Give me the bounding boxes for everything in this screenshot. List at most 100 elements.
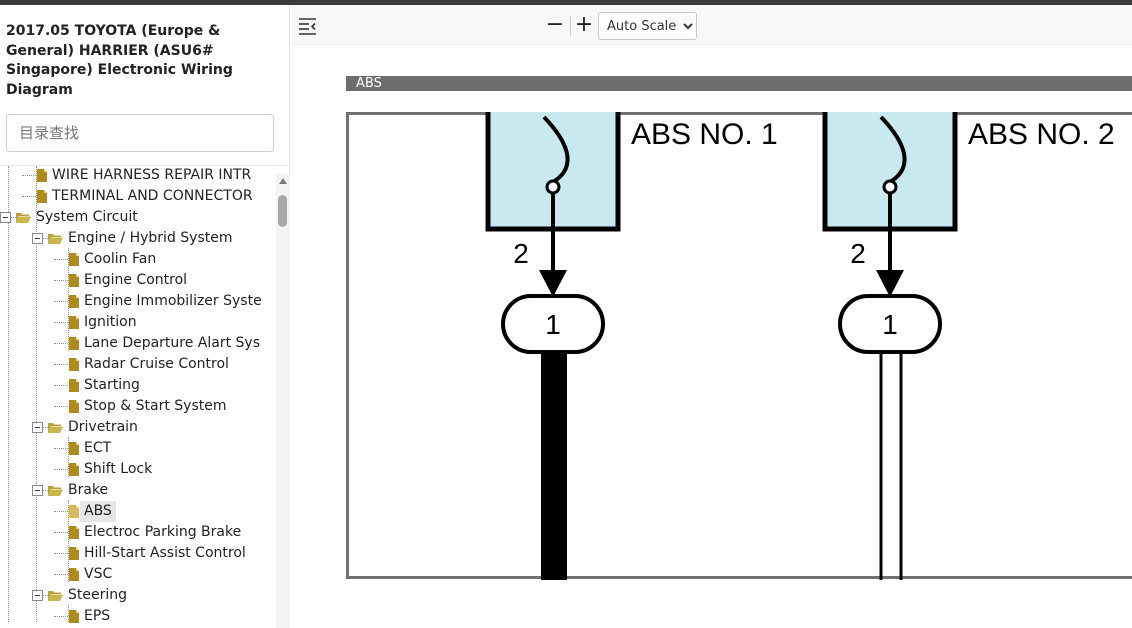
scale-select[interactable]: Auto Scale (598, 12, 697, 40)
tree-connector (54, 574, 68, 575)
tree-item[interactable]: Engine Control (0, 270, 280, 291)
folder-open-icon (48, 422, 63, 433)
menu-collapse-icon (297, 16, 319, 36)
document-icon (69, 526, 79, 539)
tree-item[interactable]: Starting (0, 375, 280, 396)
tree-connector (43, 595, 48, 596)
tree-item[interactable]: Electroc Parking Brake (0, 522, 280, 543)
tree-item[interactable]: WIRE HARNESS REPAIR INTR (0, 165, 280, 186)
folder-open-icon (48, 485, 63, 496)
scroll-thumb[interactable] (278, 195, 287, 227)
tree-item[interactable]: Hill-Start Assist Control (0, 543, 280, 564)
tree-connector (22, 175, 36, 176)
tree-item[interactable]: Brake (0, 480, 280, 501)
tree-item-label: ABS (80, 501, 116, 522)
collapse-toggle-icon[interactable] (32, 422, 43, 433)
tree-connector (54, 553, 68, 554)
document-icon (37, 190, 47, 203)
tree-connector (54, 469, 68, 470)
tree-connector (54, 532, 68, 533)
tree-item-label: TERMINAL AND CONNECTOR (52, 186, 253, 207)
tree-connector (54, 448, 68, 449)
tree-item-label: Steering (68, 585, 127, 606)
wiring-diagram: ABS NO. 1 2 1 ABS NO. 2 2 1 (346, 112, 1132, 580)
collapse-toggle-icon[interactable] (32, 590, 43, 601)
section-title-bar: ABS (346, 76, 1132, 91)
document-icon (69, 505, 79, 518)
document-icon (69, 295, 79, 308)
tree-item-label: Lane Departure Alart Sys (84, 333, 260, 354)
tree-item[interactable]: Drivetrain (0, 417, 280, 438)
pin-number: 2 (513, 238, 529, 269)
tree-item[interactable]: Shift Lock (0, 459, 280, 480)
document-icon (69, 442, 79, 455)
tree-item[interactable]: ECT (0, 438, 280, 459)
sidebar-toggle-button[interactable] (297, 16, 319, 36)
connector-number: 1 (545, 309, 561, 340)
document-icon (69, 463, 79, 476)
tree-item[interactable]: Engine Immobilizer Syste (0, 291, 280, 312)
tree-item[interactable]: Lane Departure Alart Sys (0, 333, 280, 354)
scroll-up-arrow-icon[interactable] (279, 178, 287, 184)
tree-item[interactable]: Coolin Fan (0, 249, 280, 270)
collapse-toggle-icon[interactable] (0, 212, 11, 223)
tree-item-label: Engine / Hybrid System (68, 228, 233, 249)
collapse-toggle-icon[interactable] (32, 233, 43, 244)
sidebar: 2017.05 TOYOTA (Europe & General) HARRIE… (0, 5, 290, 623)
tree-item[interactable]: Radar Cruise Control (0, 354, 280, 375)
tree-item-label: Engine Control (84, 270, 187, 291)
document-icon (69, 316, 79, 329)
document-title: 2017.05 TOYOTA (Europe & General) HARRIE… (6, 22, 276, 100)
diagram-frame (348, 114, 1132, 578)
tree-item[interactable]: EPS (0, 606, 280, 623)
document-icon (69, 610, 79, 623)
tree-item-label: Hill-Start Assist Control (84, 543, 246, 564)
tree-connector (43, 238, 48, 239)
tree-item-label: Drivetrain (68, 417, 138, 438)
tree-item-label: Shift Lock (84, 459, 152, 480)
document-icon (69, 547, 79, 560)
tree-item[interactable]: VSC (0, 564, 280, 585)
toolbar-divider (570, 16, 571, 36)
tree-item-label: Coolin Fan (84, 249, 156, 270)
tree-item[interactable]: Ignition (0, 312, 280, 333)
document-icon (69, 358, 79, 371)
document-icon (69, 337, 79, 350)
tree-item[interactable]: Steering (0, 585, 280, 606)
wire-solid (541, 352, 567, 580)
tree-item-label: ECT (84, 438, 111, 459)
pin-number: 2 (850, 238, 866, 269)
tree-connector (54, 259, 68, 260)
collapse-toggle-icon[interactable] (32, 485, 43, 496)
connector-number: 1 (882, 309, 898, 340)
tree-item[interactable]: System Circuit (0, 207, 280, 228)
document-page: ABS ABS NO. 1 2 1 (291, 45, 1132, 623)
document-icon (69, 253, 79, 266)
tree-connector (54, 616, 68, 617)
tree-connector (54, 385, 68, 386)
tree-item[interactable]: Stop & Start System (0, 396, 280, 417)
zoom-in-button[interactable]: + (573, 13, 595, 39)
tree-item-label: Radar Cruise Control (84, 354, 229, 375)
tree-item-label: Stop & Start System (84, 396, 227, 417)
zoom-out-button[interactable]: − (544, 13, 566, 39)
tree-connector (11, 217, 16, 218)
sidebar-scrollbar[interactable] (276, 173, 290, 628)
document-icon (69, 568, 79, 581)
tree-item[interactable]: TERMINAL AND CONNECTOR (0, 186, 280, 207)
tree-item[interactable]: Engine / Hybrid System (0, 228, 280, 249)
tree-connector (54, 364, 68, 365)
document-icon (69, 400, 79, 413)
fuse-name: ABS NO. 2 (968, 118, 1115, 151)
document-icon (37, 169, 47, 182)
tree-connector (54, 280, 68, 281)
tree-connector (54, 406, 68, 407)
tree-item-label: Engine Immobilizer Syste (84, 291, 262, 312)
tree-item-label: WIRE HARNESS REPAIR INTR (52, 165, 251, 186)
document-icon (69, 379, 79, 392)
tree-item-label: System Circuit (36, 207, 138, 228)
tree-item[interactable]: ABS (0, 501, 280, 522)
fuse-terminal (547, 181, 559, 193)
search-input[interactable] (6, 114, 274, 152)
fuse-terminal (884, 181, 896, 193)
